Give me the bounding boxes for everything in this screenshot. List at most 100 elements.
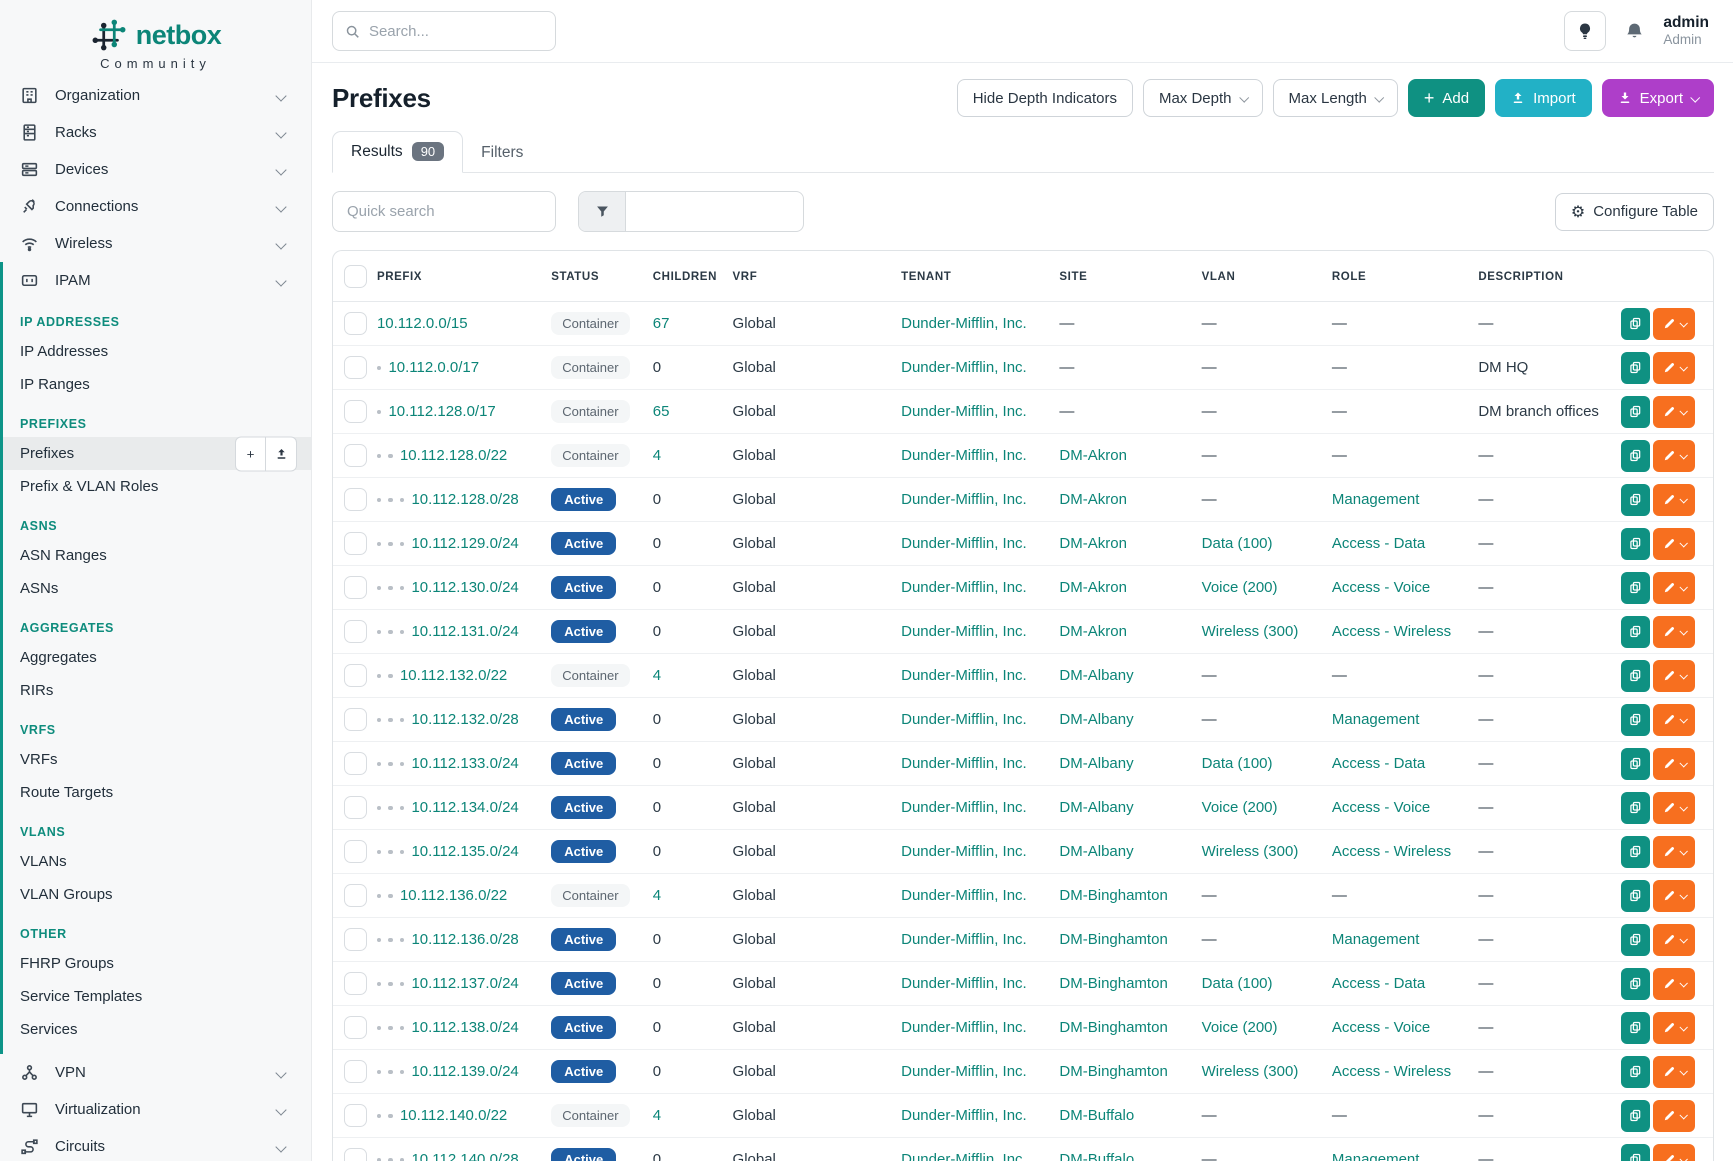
edit-dropdown-button[interactable] (1653, 1012, 1695, 1044)
edit-dropdown-button[interactable] (1653, 968, 1695, 1000)
row-checkbox[interactable] (344, 1104, 367, 1127)
prefix-link[interactable]: 10.112.139.0/24 (411, 1063, 518, 1080)
row-checkbox[interactable] (344, 796, 367, 819)
vlan-link[interactable]: Voice (200) (1202, 799, 1278, 816)
row-checkbox[interactable] (344, 708, 367, 731)
prefix-link[interactable]: 10.112.0.0/17 (388, 359, 479, 376)
tenant-link[interactable]: Dunder-Mifflin, Inc. (901, 843, 1027, 860)
role-link[interactable]: Access - Voice (1332, 579, 1430, 596)
edit-dropdown-button[interactable] (1653, 836, 1695, 868)
row-checkbox[interactable] (344, 312, 367, 335)
edit-dropdown-button[interactable] (1653, 308, 1695, 340)
role-link[interactable]: Access - Data (1332, 535, 1425, 552)
edit-dropdown-button[interactable] (1653, 352, 1695, 384)
sidebar-item-route-targets[interactable]: Route Targets (3, 776, 311, 809)
sidebar-item-vpn[interactable]: VPN (0, 1054, 311, 1091)
copy-button[interactable] (1621, 748, 1650, 780)
prefix-link[interactable]: 10.112.135.0/24 (411, 843, 518, 860)
role-link[interactable]: Access - Wireless (1332, 843, 1451, 860)
global-search[interactable] (332, 11, 556, 51)
role-link[interactable]: Management (1332, 1151, 1420, 1161)
copy-button[interactable] (1621, 880, 1650, 912)
edit-dropdown-button[interactable] (1653, 792, 1695, 824)
role-link[interactable]: Management (1332, 711, 1420, 728)
sidebar-item-connections[interactable]: Connections (0, 188, 311, 225)
sidebar-item-service-templates[interactable]: Service Templates (3, 980, 311, 1013)
bell-icon[interactable] (1624, 21, 1645, 42)
copy-button[interactable] (1621, 572, 1650, 604)
tenant-link[interactable]: Dunder-Mifflin, Inc. (901, 799, 1027, 816)
sidebar-item-devices[interactable]: Devices (0, 151, 311, 188)
role-link[interactable]: Access - Data (1332, 755, 1425, 772)
prefix-link[interactable]: 10.112.132.0/28 (411, 711, 518, 728)
prefix-link[interactable]: 10.112.138.0/24 (411, 1019, 518, 1036)
edit-dropdown-button[interactable] (1653, 1100, 1695, 1132)
edit-dropdown-button[interactable] (1653, 396, 1695, 428)
children-count-link[interactable]: 67 (653, 315, 670, 332)
children-count-link[interactable]: 65 (653, 403, 670, 420)
prefix-link[interactable]: 10.112.131.0/24 (411, 623, 518, 640)
row-checkbox[interactable] (344, 840, 367, 863)
tenant-link[interactable]: Dunder-Mifflin, Inc. (901, 1151, 1027, 1161)
edit-dropdown-button[interactable] (1653, 1056, 1695, 1088)
site-link[interactable]: DM-Buffalo (1059, 1151, 1134, 1161)
edit-dropdown-button[interactable] (1653, 440, 1695, 472)
copy-button[interactable] (1621, 660, 1650, 692)
children-count-link[interactable]: 4 (653, 1107, 661, 1124)
prefix-link[interactable]: 10.112.128.0/22 (400, 447, 507, 464)
site-link[interactable]: DM-Albany (1059, 755, 1133, 772)
tenant-link[interactable]: Dunder-Mifflin, Inc. (901, 711, 1027, 728)
site-link[interactable]: DM-Albany (1059, 711, 1133, 728)
sidebar-item-prefix-vlan-roles[interactable]: Prefix & VLAN Roles (3, 470, 311, 503)
site-link[interactable]: DM-Albany (1059, 799, 1133, 816)
copy-button[interactable] (1621, 352, 1650, 384)
edit-dropdown-button[interactable] (1653, 1144, 1695, 1161)
row-checkbox[interactable] (344, 1016, 367, 1039)
sidebar-item-ip-addresses[interactable]: IP Addresses (3, 335, 311, 368)
vlan-link[interactable]: Wireless (300) (1202, 843, 1299, 860)
edit-dropdown-button[interactable] (1653, 528, 1695, 560)
row-checkbox[interactable] (344, 576, 367, 599)
copy-button[interactable] (1621, 1012, 1650, 1044)
tenant-link[interactable]: Dunder-Mifflin, Inc. (901, 359, 1027, 376)
sidebar-item-wireless[interactable]: Wireless (0, 225, 311, 262)
prefix-link[interactable]: 10.112.129.0/24 (411, 535, 518, 552)
row-checkbox[interactable] (344, 664, 367, 687)
hide-depth-indicators-button[interactable]: Hide Depth Indicators (957, 79, 1133, 117)
tenant-link[interactable]: Dunder-Mifflin, Inc. (901, 447, 1027, 464)
site-link[interactable]: DM-Akron (1059, 579, 1127, 596)
saved-filter-select[interactable] (626, 192, 803, 231)
sidebar-item-virtualization[interactable]: Virtualization (0, 1091, 311, 1128)
sidebar-item-vlan-groups[interactable]: VLAN Groups (3, 878, 311, 911)
filter-funnel-button[interactable] (579, 192, 626, 231)
tenant-link[interactable]: Dunder-Mifflin, Inc. (901, 1063, 1027, 1080)
site-link[interactable]: DM-Akron (1059, 623, 1127, 640)
site-link[interactable]: DM-Albany (1059, 843, 1133, 860)
role-link[interactable]: Management (1332, 491, 1420, 508)
vlan-link[interactable]: Data (100) (1202, 535, 1273, 552)
sidebar-item-asn-ranges[interactable]: ASN Ranges (3, 539, 311, 572)
row-checkbox[interactable] (344, 928, 367, 951)
tenant-link[interactable]: Dunder-Mifflin, Inc. (901, 403, 1027, 420)
tenant-link[interactable]: Dunder-Mifflin, Inc. (901, 315, 1027, 332)
export-dropdown[interactable]: Export (1602, 79, 1714, 117)
tenant-link[interactable]: Dunder-Mifflin, Inc. (901, 667, 1027, 684)
vlan-link[interactable]: Voice (200) (1202, 1019, 1278, 1036)
copy-button[interactable] (1621, 1144, 1650, 1161)
edit-dropdown-button[interactable] (1653, 616, 1695, 648)
row-checkbox[interactable] (344, 444, 367, 467)
sidebar-item-ipam[interactable]: IPAM (3, 262, 311, 299)
tenant-link[interactable]: Dunder-Mifflin, Inc. (901, 975, 1027, 992)
tenant-link[interactable]: Dunder-Mifflin, Inc. (901, 1107, 1027, 1124)
sidebar-item-ip-ranges[interactable]: IP Ranges (3, 368, 311, 401)
children-count-link[interactable]: 4 (653, 667, 661, 684)
role-link[interactable]: Access - Wireless (1332, 1063, 1451, 1080)
prefix-link[interactable]: 10.112.140.0/28 (411, 1151, 518, 1161)
copy-button[interactable] (1621, 924, 1650, 956)
tenant-link[interactable]: Dunder-Mifflin, Inc. (901, 1019, 1027, 1036)
site-link[interactable]: DM-Akron (1059, 491, 1127, 508)
tenant-link[interactable]: Dunder-Mifflin, Inc. (901, 491, 1027, 508)
site-link[interactable]: DM-Binghamton (1059, 1019, 1167, 1036)
copy-button[interactable] (1621, 1100, 1650, 1132)
site-link[interactable]: DM-Binghamton (1059, 931, 1167, 948)
